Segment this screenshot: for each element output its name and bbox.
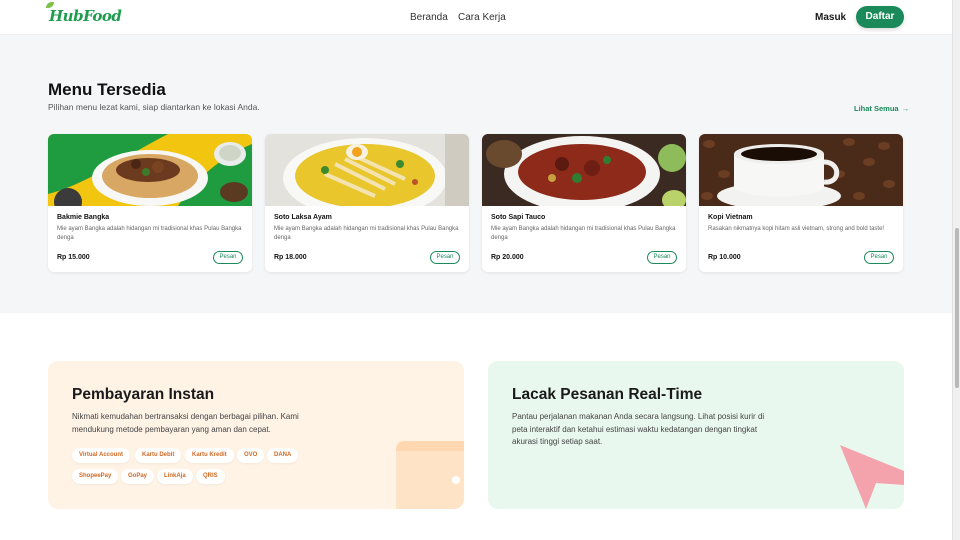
scrollbar-thumb[interactable] bbox=[955, 228, 959, 388]
wallet-icon bbox=[396, 441, 464, 509]
logo-text: HubFood bbox=[49, 7, 122, 25]
menu-card-soto-sapi-tauco[interactable]: Soto Sapi Tauco Mie ayam Bangka adalah h… bbox=[482, 134, 686, 272]
payment-chip: Virtual Account bbox=[72, 448, 131, 463]
kopi-vietnam-image bbox=[699, 134, 903, 206]
menu-item-price: Rp 20.000 bbox=[491, 254, 524, 261]
menu-item-price: Rp 10.000 bbox=[708, 254, 741, 261]
menu-item-name: Soto Laksa Ayam bbox=[274, 214, 332, 221]
see-all-link[interactable]: Lihat Semua → bbox=[854, 104, 909, 113]
tracking-description: Pantau perjalanan makanan Anda secara la… bbox=[512, 412, 765, 446]
tracking-title: Lacak Pesanan Real-Time bbox=[512, 386, 703, 403]
menu-item-price: Rp 18.000 bbox=[274, 254, 307, 261]
order-button[interactable]: Pesan bbox=[430, 251, 460, 264]
bakmie-bangka-image bbox=[48, 134, 252, 206]
hubfood-logo[interactable]: HubFood bbox=[46, 2, 122, 25]
payment-chip: ShopeePay bbox=[72, 469, 119, 484]
payment-chip: Kartu Kredit bbox=[185, 448, 234, 463]
menu-item-description: Rasakan nikmatnya kopi hitam asli vietna… bbox=[708, 226, 885, 232]
menu-title: Menu Tersedia bbox=[48, 80, 166, 99]
page-scrollbar[interactable] bbox=[952, 0, 960, 540]
payment-title: Pembayaran Instan bbox=[72, 386, 215, 403]
arrow-right-icon: → bbox=[901, 104, 910, 113]
payment-chip: QRIS bbox=[196, 469, 225, 484]
menu-item-description: Mie ayam Bangka adalah hidangan mi tradi… bbox=[274, 226, 459, 241]
menu-card-soto-laksa-ayam[interactable]: Soto Laksa Ayam Mie ayam Bangka adalah h… bbox=[265, 134, 469, 272]
nav-link-cara-kerja[interactable]: Cara Kerja bbox=[458, 12, 506, 23]
soto-sapi-tauco-image bbox=[482, 134, 686, 206]
payment-chip: GoPay bbox=[121, 469, 155, 484]
menu-item-description: Mie ayam Bangka adalah hidangan mi tradi… bbox=[491, 226, 676, 241]
instant-payment-card: Pembayaran Instan Nikmati kemudahan bert… bbox=[48, 361, 464, 509]
login-link[interactable]: Masuk bbox=[815, 12, 846, 23]
features-section: Pembayaran Instan Nikmati kemudahan bert… bbox=[0, 313, 952, 540]
soto-laksa-ayam-image bbox=[265, 134, 469, 206]
nav-link-beranda[interactable]: Beranda bbox=[410, 12, 448, 23]
realtime-tracking-card: Lacak Pesanan Real-Time Pantau perjalana… bbox=[488, 361, 904, 509]
payment-chip: LinkAja bbox=[157, 469, 193, 484]
menu-section: Menu Tersedia Pilihan menu lezat kami, s… bbox=[0, 36, 952, 313]
menu-item-description: Mie ayam Bangka adalah hidangan mi tradi… bbox=[57, 226, 242, 241]
signup-button[interactable]: Daftar bbox=[856, 6, 904, 28]
menu-card-kopi-vietnam[interactable]: Kopi Vietnam Rasakan nikmatnya kopi hita… bbox=[699, 134, 903, 272]
menu-item-name: Bakmie Bangka bbox=[57, 214, 110, 221]
payment-chip: OVO bbox=[237, 448, 265, 463]
order-button[interactable]: Pesan bbox=[213, 251, 243, 264]
menu-item-price: Rp 15.000 bbox=[57, 254, 90, 261]
menu-subtitle: Pilihan menu lezat kami, siap diantarkan… bbox=[48, 102, 260, 112]
menu-item-name: Kopi Vietnam bbox=[708, 214, 753, 221]
top-navbar: HubFood Beranda Cara Kerja Masuk Daftar bbox=[0, 0, 952, 35]
payment-description: Nikmati kemudahan bertransaksi dengan be… bbox=[72, 412, 299, 434]
payment-chip: Kartu Debit bbox=[135, 448, 182, 463]
payment-chip: DANA bbox=[267, 448, 299, 463]
order-button[interactable]: Pesan bbox=[647, 251, 677, 264]
navigation-cursor-icon bbox=[840, 445, 904, 509]
order-button[interactable]: Pesan bbox=[864, 251, 894, 264]
see-all-label: Lihat Semua bbox=[854, 104, 899, 113]
menu-item-name: Soto Sapi Tauco bbox=[491, 214, 546, 221]
menu-card-bakmie-bangka[interactable]: Bakmie Bangka Mie ayam Bangka adalah hid… bbox=[48, 134, 252, 272]
